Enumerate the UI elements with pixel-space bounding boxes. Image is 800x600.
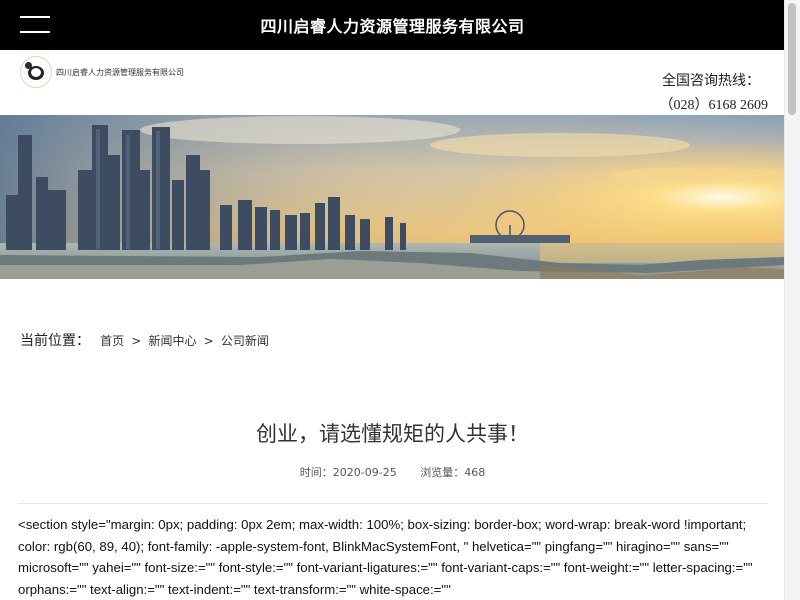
views-info: 浏览量：468 [420,466,485,479]
breadcrumb-news-center-link[interactable]: 新闻中心 [149,334,197,348]
hotline-label: 全国咨询热线： [662,74,760,89]
time-label: 时间： [299,466,333,479]
views-label: 浏览量： [420,466,465,479]
top-bar: 四川启睿人力资源管理服务有限公司 [0,0,785,50]
scrollbar[interactable] [784,0,800,600]
time-info: 时间：2020-09-25 [300,466,400,479]
time-value: 2020-09-25 [332,466,397,479]
breadcrumb-separator: > [131,334,142,348]
breadcrumb-separator: > [203,334,214,348]
breadcrumb-home-link[interactable]: 首页 [100,334,124,348]
logo-link[interactable]: 四川启睿人力资源管理服务有限公司 [20,56,184,88]
article-body: <section style="margin: 0px; padding: 0p… [18,517,753,597]
logo-text: 四川启睿人力资源管理服务有限公司 [56,67,184,77]
breadcrumb-company-news-link[interactable]: 公司新闻 [221,334,269,348]
banner-image [0,115,785,279]
hotline: 全国咨询热线： （028）6168 2609 [660,70,769,118]
scrollbar-thumb[interactable] [788,3,796,115]
article-title: 创业，请选懂规矩的人共事！ [256,422,529,446]
header: 四川启睿人力资源管理服务有限公司 全国咨询热线： （028）6168 2609 [0,50,785,115]
panda-logo-icon [20,56,52,88]
breadcrumb-label: 当前位置： [20,333,90,349]
breadcrumb: 当前位置： 首页 > 新闻中心 > 公司新闻 [20,330,269,350]
views-value: 468 [464,466,486,479]
site-title: 四川启睿人力资源管理服务有限公司 [260,17,525,36]
divider [18,503,768,504]
article-meta: 时间：2020-09-25 浏览量：468 [0,464,785,480]
